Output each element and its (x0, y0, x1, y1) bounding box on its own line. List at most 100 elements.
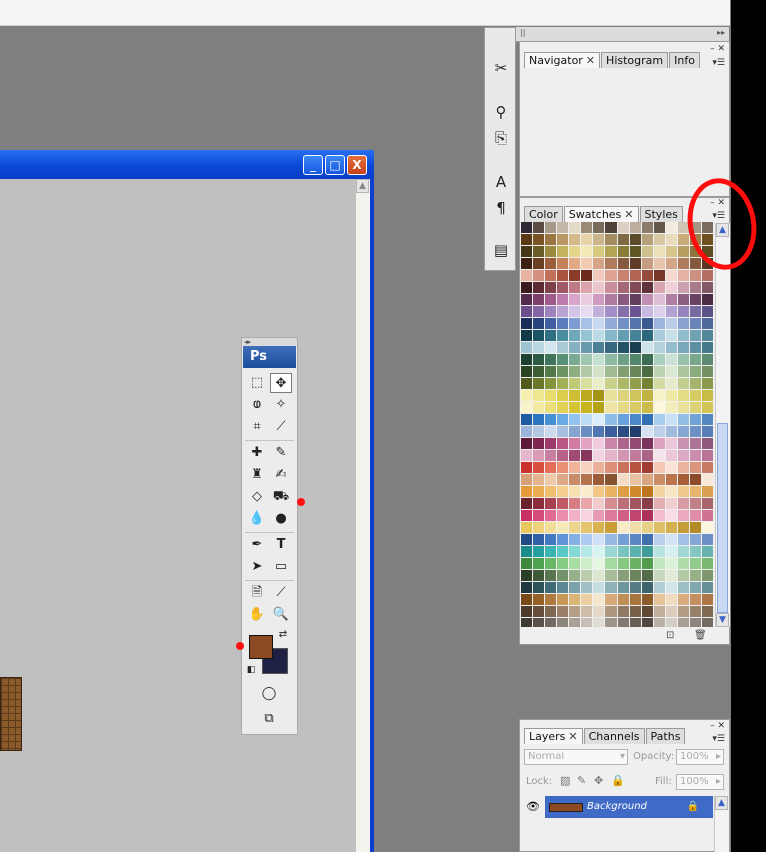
color-swatch[interactable] (641, 366, 654, 378)
color-swatch[interactable] (593, 558, 606, 570)
color-swatch[interactable] (557, 390, 570, 402)
color-swatch[interactable] (629, 534, 642, 546)
color-swatch[interactable] (593, 510, 606, 522)
color-swatch[interactable] (569, 534, 582, 546)
color-swatch[interactable] (665, 330, 678, 342)
color-swatch[interactable] (653, 546, 666, 558)
color-swatch[interactable] (629, 594, 642, 606)
color-swatch[interactable] (581, 258, 594, 270)
color-swatch[interactable] (593, 366, 606, 378)
dodge-tool-icon[interactable]: ● (270, 509, 292, 529)
color-swatch[interactable] (701, 438, 714, 450)
color-swatch[interactable] (617, 498, 630, 510)
color-swatch[interactable] (701, 606, 714, 618)
color-swatch[interactable] (689, 450, 702, 462)
color-swatch[interactable] (533, 270, 546, 282)
color-swatch[interactable] (689, 618, 702, 627)
color-swatch[interactable] (641, 438, 654, 450)
minimize-button[interactable]: _ (303, 155, 323, 175)
color-swatch[interactable] (605, 366, 618, 378)
color-swatch[interactable] (677, 618, 690, 627)
color-swatch[interactable] (629, 606, 642, 618)
color-swatch[interactable] (689, 342, 702, 354)
color-swatch[interactable] (581, 474, 594, 486)
color-swatch[interactable] (641, 510, 654, 522)
color-swatch[interactable] (629, 510, 642, 522)
new-swatch-icon[interactable]: ⊡ (666, 630, 674, 641)
color-swatch[interactable] (665, 426, 678, 438)
color-swatch[interactable] (701, 546, 714, 558)
color-swatch[interactable] (629, 582, 642, 594)
color-swatch[interactable] (557, 498, 570, 510)
color-swatch[interactable] (629, 330, 642, 342)
color-swatch[interactable] (665, 474, 678, 486)
color-swatch[interactable] (605, 414, 618, 426)
hand-tool-icon[interactable]: ✋ (246, 605, 268, 625)
color-swatch[interactable] (641, 402, 654, 414)
color-swatch[interactable] (545, 306, 558, 318)
color-swatch[interactable] (557, 234, 570, 246)
color-swatch[interactable] (665, 582, 678, 594)
color-swatch[interactable] (593, 414, 606, 426)
color-swatch[interactable] (629, 234, 642, 246)
color-swatch[interactable] (617, 534, 630, 546)
color-swatch[interactable] (533, 222, 546, 234)
color-swatch[interactable] (557, 378, 570, 390)
color-swatch[interactable] (593, 486, 606, 498)
color-swatch[interactable] (605, 306, 618, 318)
color-swatch[interactable] (533, 522, 546, 534)
tab-histogram[interactable]: Histogram (601, 52, 669, 68)
color-swatch[interactable] (533, 366, 546, 378)
color-swatch[interactable] (689, 402, 702, 414)
color-swatch[interactable] (557, 450, 570, 462)
color-swatch[interactable] (665, 258, 678, 270)
color-swatch[interactable] (569, 426, 582, 438)
shape-tool-icon[interactable]: ▭ (270, 557, 292, 577)
zoom-tool-icon[interactable]: 🔍 (270, 605, 292, 625)
tab-styles[interactable]: Styles (639, 206, 683, 222)
color-swatch[interactable] (701, 462, 714, 474)
color-swatch[interactable] (533, 594, 546, 606)
color-swatch[interactable] (677, 282, 690, 294)
color-swatch[interactable] (653, 558, 666, 570)
color-swatch[interactable] (641, 558, 654, 570)
color-swatch[interactable] (605, 462, 618, 474)
color-swatch[interactable] (569, 378, 582, 390)
color-swatch[interactable] (593, 306, 606, 318)
color-swatch[interactable] (545, 534, 558, 546)
color-swatch[interactable] (665, 246, 678, 258)
color-swatch[interactable] (557, 582, 570, 594)
brush-tool-icon[interactable]: ✎ (270, 443, 292, 463)
layers-scrollbar[interactable]: ▲ (714, 796, 729, 852)
color-swatch[interactable] (521, 318, 534, 330)
color-swatch[interactable] (701, 594, 714, 606)
color-swatch[interactable] (557, 426, 570, 438)
color-swatch[interactable] (641, 390, 654, 402)
scroll-up-arrow-icon[interactable]: ▲ (715, 796, 728, 810)
color-swatch[interactable] (557, 522, 570, 534)
color-swatch[interactable] (629, 282, 642, 294)
color-swatch[interactable] (665, 498, 678, 510)
close-button[interactable]: X (347, 155, 367, 175)
swap-colors-icon[interactable]: ⇄ (276, 628, 290, 642)
color-swatch[interactable] (677, 342, 690, 354)
color-swatch[interactable] (569, 330, 582, 342)
color-swatch[interactable] (533, 354, 546, 366)
color-swatch[interactable] (617, 258, 630, 270)
color-swatch[interactable] (653, 438, 666, 450)
color-swatch[interactable] (701, 570, 714, 582)
color-swatch[interactable] (521, 606, 534, 618)
color-swatch[interactable] (569, 522, 582, 534)
screen-mode-icon[interactable]: ⧉ (258, 709, 280, 729)
color-swatch[interactable] (653, 258, 666, 270)
color-swatch[interactable] (593, 294, 606, 306)
color-swatch[interactable] (569, 486, 582, 498)
color-swatch[interactable] (677, 306, 690, 318)
color-swatch[interactable] (557, 258, 570, 270)
color-swatch[interactable] (533, 414, 546, 426)
color-swatch[interactable] (581, 438, 594, 450)
close-tab-icon[interactable]: ✕ (624, 208, 633, 221)
color-swatch[interactable] (677, 594, 690, 606)
move-tool-icon[interactable]: ✥ (270, 373, 292, 393)
color-swatch[interactable] (677, 510, 690, 522)
